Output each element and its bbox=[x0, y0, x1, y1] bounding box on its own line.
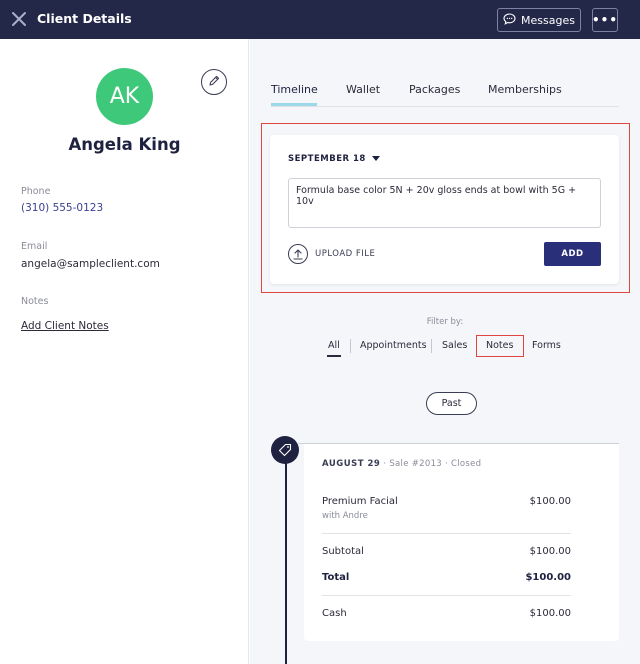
filter-divider bbox=[350, 339, 351, 353]
date-select[interactable]: SEPTEMBER 18 bbox=[288, 154, 380, 164]
sale-tag-icon bbox=[271, 436, 299, 464]
phone-label: Phone bbox=[21, 186, 51, 197]
payment-amount: $100.00 bbox=[529, 608, 571, 619]
item-amount: $100.00 bbox=[529, 496, 571, 507]
filter-sales[interactable]: Sales bbox=[442, 340, 467, 351]
timeline-line bbox=[285, 449, 287, 664]
sale-card[interactable]: AUGUST 29 · Sale #2013 · Closed Premium … bbox=[304, 444, 619, 641]
note-composer: SEPTEMBER 18 Formula base color 5N + 20v… bbox=[270, 135, 619, 284]
filter-forms[interactable]: Forms bbox=[532, 340, 561, 351]
avatar: AK bbox=[96, 68, 153, 125]
notes-label: Notes bbox=[21, 296, 49, 307]
email-value[interactable]: angela@sampleclient.com bbox=[21, 258, 160, 270]
payment-method: Cash bbox=[322, 608, 347, 619]
phone-value[interactable]: (310) 555-0123 bbox=[21, 202, 103, 214]
notes-filter-highlight bbox=[476, 335, 524, 357]
sale-number: Sale #2013 bbox=[389, 459, 442, 469]
chat-bubble-icon bbox=[503, 12, 516, 28]
pencil-icon bbox=[207, 73, 221, 92]
add-client-notes-link[interactable]: Add Client Notes bbox=[21, 320, 109, 332]
filter-all[interactable]: All bbox=[328, 340, 340, 351]
client-sidebar: AK Angela King Phone (310) 555-0123 Emai… bbox=[0, 39, 249, 664]
date-select-label: SEPTEMBER 18 bbox=[288, 154, 366, 164]
active-tab-indicator bbox=[271, 103, 317, 106]
messages-button[interactable]: Messages bbox=[497, 8, 581, 32]
filter-divider bbox=[431, 339, 432, 353]
filter-selected-indicator bbox=[327, 355, 341, 357]
sale-date: AUGUST 29 bbox=[322, 459, 381, 469]
upload-file-button[interactable]: UPLOAD FILE bbox=[288, 244, 375, 264]
tab-bar: Timeline Wallet Packages Memberships bbox=[271, 81, 619, 107]
subtotal-label: Subtotal bbox=[322, 546, 364, 557]
total-label: Total bbox=[322, 572, 350, 583]
tab-wallet[interactable]: Wallet bbox=[346, 83, 380, 96]
note-input[interactable]: Formula base color 5N + 20v gloss ends a… bbox=[288, 178, 601, 228]
close-icon[interactable] bbox=[10, 10, 28, 28]
upload-icon bbox=[288, 244, 308, 264]
tab-timeline[interactable]: Timeline bbox=[271, 83, 318, 96]
main-content: Timeline Wallet Packages Memberships SEP… bbox=[250, 39, 640, 664]
caret-down-icon bbox=[371, 154, 380, 164]
divider bbox=[322, 533, 571, 534]
subtotal-amount: $100.00 bbox=[529, 546, 571, 557]
messages-label: Messages bbox=[521, 13, 575, 27]
filter-label: Filter by: bbox=[426, 317, 464, 327]
sale-status: Closed bbox=[451, 459, 482, 469]
upload-file-label: UPLOAD FILE bbox=[315, 249, 376, 259]
more-options-button[interactable]: ••• bbox=[592, 8, 618, 32]
item-name: Premium Facial bbox=[322, 496, 398, 507]
email-label: Email bbox=[21, 241, 48, 252]
add-button[interactable]: ADD bbox=[544, 242, 601, 266]
sale-meta: AUGUST 29 · Sale #2013 · Closed bbox=[322, 459, 481, 469]
edit-client-button[interactable] bbox=[201, 69, 227, 95]
total-amount: $100.00 bbox=[525, 572, 571, 583]
tab-packages[interactable]: Packages bbox=[409, 83, 460, 96]
filter-appointments[interactable]: Appointments bbox=[360, 340, 427, 351]
past-button[interactable]: Past bbox=[426, 392, 477, 415]
page-title: Client Details bbox=[37, 11, 132, 26]
item-provider: with Andre bbox=[322, 511, 368, 521]
top-bar: Client Details Messages ••• bbox=[0, 0, 640, 39]
client-name: Angela King bbox=[68, 135, 181, 154]
tab-memberships[interactable]: Memberships bbox=[488, 83, 562, 96]
divider bbox=[322, 595, 571, 596]
